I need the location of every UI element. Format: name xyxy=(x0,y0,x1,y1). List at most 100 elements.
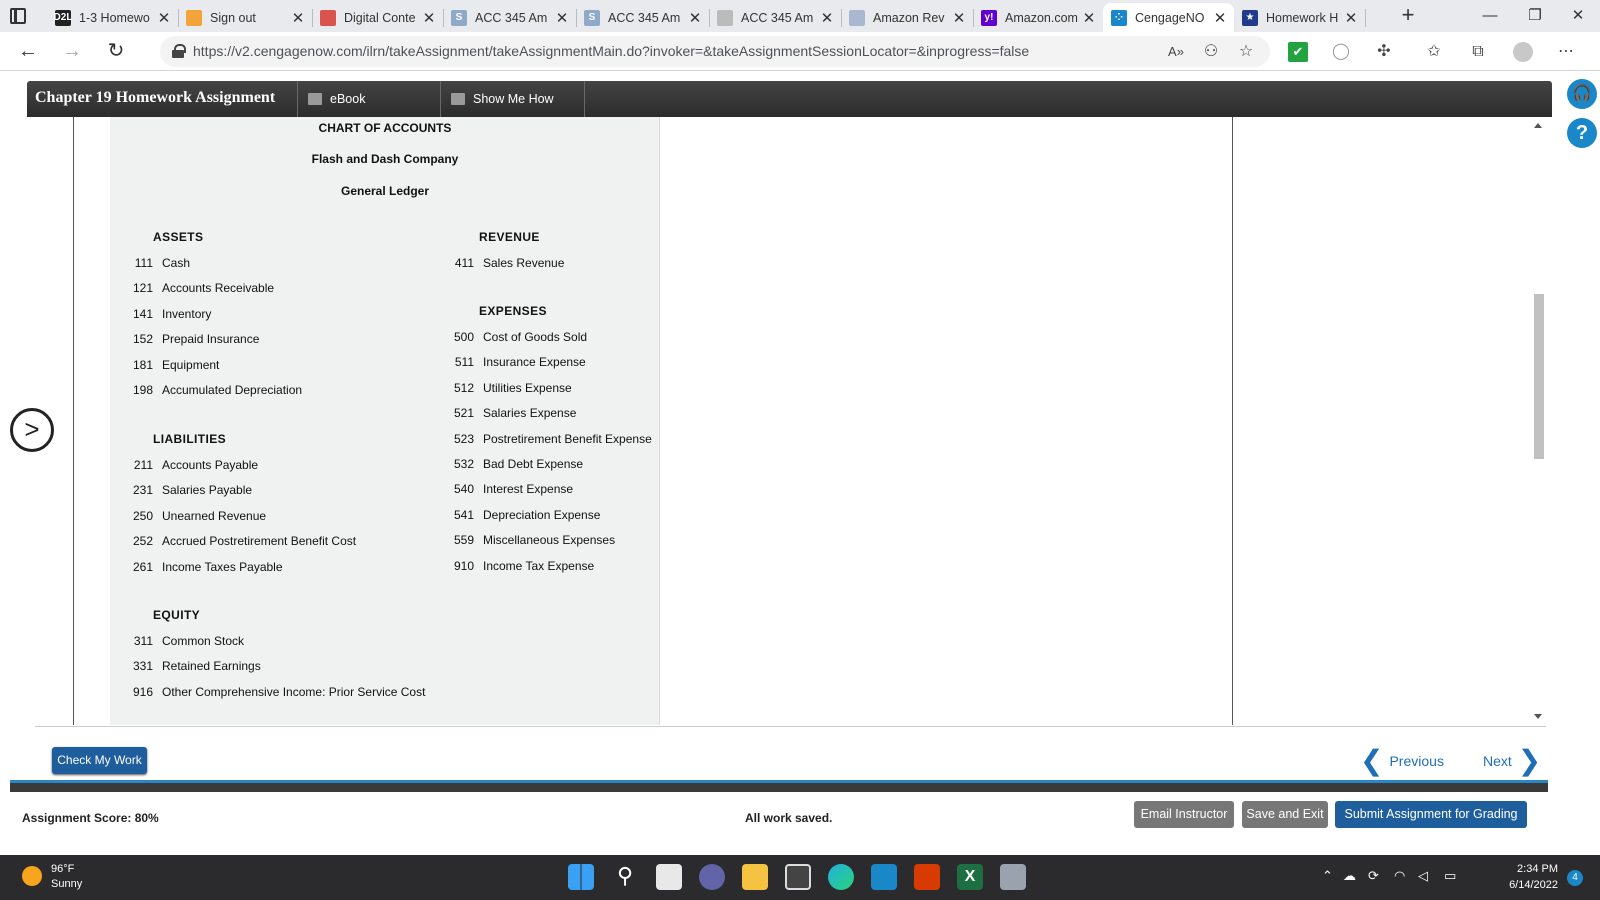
account-number: 261 xyxy=(132,560,153,574)
account-number: 511 xyxy=(454,355,474,369)
onedrive-icon[interactable]: ☁ xyxy=(1343,868,1356,884)
add-favorite-icon[interactable]: ☆ xyxy=(1236,42,1256,62)
back-icon[interactable]: ← xyxy=(16,40,40,64)
account-number: 252 xyxy=(132,534,153,548)
close-window-icon[interactable]: ✕ xyxy=(1558,4,1598,28)
weather-condition[interactable]: Sunny xyxy=(51,878,82,890)
close-tab-icon[interactable]: ✕ xyxy=(1343,9,1359,27)
settings-menu-icon[interactable]: ⋯ xyxy=(1556,42,1576,62)
liabilities-heading: LIABILITIES xyxy=(153,432,227,446)
sun-icon[interactable] xyxy=(22,866,42,886)
browser-tab[interactable]: Digital Conte ✕ xyxy=(312,3,444,32)
extensions-puzzle-icon[interactable]: ✣ xyxy=(1374,42,1394,62)
app-icon[interactable] xyxy=(1000,864,1026,890)
account-name: Cash xyxy=(162,256,191,270)
submit-assignment-button[interactable]: Submit Assignment for Grading xyxy=(1335,801,1527,828)
previous-button[interactable]: ❮ Previous xyxy=(1360,746,1444,776)
account-number: 311 xyxy=(133,634,153,648)
weather-temperature[interactable]: 96°F xyxy=(51,863,74,875)
browser-tab[interactable]: ⁘ CengageNO ✕ xyxy=(1103,3,1234,32)
browser-tab[interactable]: S ACC 345 Am ✕ xyxy=(443,3,577,32)
minimize-icon[interactable]: — xyxy=(1470,4,1510,28)
url-text[interactable]: https://v2.cengagenow.com/ilrn/takeAssig… xyxy=(193,43,1029,59)
refresh-icon[interactable]: ↻ xyxy=(104,40,128,64)
scroll-up-icon[interactable] xyxy=(1534,123,1542,128)
browser-tab[interactable]: ACC 345 Am ✕ xyxy=(709,3,842,32)
office-icon[interactable] xyxy=(914,864,940,890)
account-name: Accrued Postretirement Benefit Cost xyxy=(162,534,357,548)
close-tab-icon[interactable]: ✕ xyxy=(554,9,570,27)
browser-tab[interactable]: y! Amazon.com ✕ xyxy=(973,3,1103,32)
close-tab-icon[interactable]: ✕ xyxy=(819,9,835,27)
expenses-heading: EXPENSES xyxy=(479,304,547,318)
tab-ebook[interactable]: eBook xyxy=(297,81,440,117)
wifi-icon[interactable]: ◠ xyxy=(1394,868,1405,884)
forward-icon[interactable]: → xyxy=(60,40,84,64)
windows-start-icon[interactable] xyxy=(568,864,594,890)
close-tab-icon[interactable]: ✕ xyxy=(1081,9,1097,27)
account-name: Insurance Expense xyxy=(483,355,586,369)
tab-title: Digital Conte xyxy=(344,10,416,25)
restore-icon[interactable]: ❐ xyxy=(1515,4,1555,28)
next-button[interactable]: Next ❯ xyxy=(1483,746,1541,776)
store-icon[interactable] xyxy=(785,864,811,890)
clock[interactable]: 2:34 PM 6/14/2022 xyxy=(1488,861,1558,893)
browser-tab[interactable]: S ACC 345 Am ✕ xyxy=(576,3,710,32)
close-tab-icon[interactable]: ✕ xyxy=(1212,9,1228,27)
close-tab-icon[interactable]: ✕ xyxy=(156,9,172,27)
account-name: Equipment xyxy=(162,358,220,372)
show-hidden-icons-icon[interactable]: ⌃ xyxy=(1322,868,1333,884)
account-row: 512 Utilities Expense xyxy=(448,381,572,395)
read-aloud-icon[interactable]: A» xyxy=(1166,42,1186,62)
new-tab-button[interactable]: + xyxy=(1395,3,1421,29)
close-tab-icon[interactable]: ✕ xyxy=(951,9,967,27)
extension-check-icon[interactable]: ✔ xyxy=(1288,42,1308,62)
tab-show-me-how[interactable]: Show Me How xyxy=(440,81,585,117)
account-row: 541 Depreciation Expense xyxy=(448,508,600,522)
headset-icon[interactable]: 🎧 xyxy=(1567,79,1597,109)
browser-tab[interactable]: D2L 1-3 Homewo ✕ xyxy=(47,3,179,32)
account-row: 523 Postretirement Benefit Expense xyxy=(448,432,652,446)
save-and-exit-button[interactable]: Save and Exit xyxy=(1242,801,1328,828)
task-view-icon[interactable] xyxy=(656,864,682,890)
check-my-work-button[interactable]: Check My Work xyxy=(52,747,147,774)
browser-essentials-icon[interactable]: ⚇ xyxy=(1201,42,1221,62)
volume-icon[interactable]: ◁ xyxy=(1418,868,1428,884)
tab-actions-icon[interactable] xyxy=(10,8,26,24)
expand-panel-button[interactable]: > xyxy=(10,408,54,452)
url-field[interactable]: https://v2.cengagenow.com/ilrn/takeAssig… xyxy=(160,36,1270,67)
edge-icon[interactable] xyxy=(828,864,854,890)
yahoo-icon: y! xyxy=(981,9,997,26)
close-tab-icon[interactable]: ✕ xyxy=(687,9,703,27)
account-name: Prepaid Insurance xyxy=(162,332,260,346)
collections-icon[interactable]: ⧉ xyxy=(1468,42,1488,62)
mail-icon[interactable] xyxy=(871,864,897,890)
browser-tab[interactable]: Sign out ✕ xyxy=(178,3,313,32)
vertical-scrollbar[interactable] xyxy=(1531,117,1546,725)
account-row: 521 Salaries Expense xyxy=(448,406,576,420)
previous-label: Previous xyxy=(1389,753,1444,769)
close-tab-icon[interactable]: ✕ xyxy=(290,9,306,27)
account-number: 121 xyxy=(132,281,153,295)
profile-avatar[interactable] xyxy=(1513,42,1533,62)
sync-icon[interactable]: ⟳ xyxy=(1368,868,1379,884)
scroll-down-icon[interactable] xyxy=(1534,714,1542,719)
browser-tab[interactable]: ★ Homework H ✕ xyxy=(1234,3,1366,32)
scroll-thumb[interactable] xyxy=(1534,294,1544,459)
email-instructor-button[interactable]: Email Instructor xyxy=(1134,801,1234,828)
clock-date: 6/14/2022 xyxy=(1509,879,1558,891)
help-icon[interactable]: ? xyxy=(1567,118,1597,148)
notification-badge[interactable]: 4 xyxy=(1567,870,1583,886)
battery-icon[interactable]: ▭ xyxy=(1444,868,1456,884)
microsoft-icon xyxy=(186,9,202,26)
file-explorer-icon[interactable] xyxy=(742,864,768,890)
teams-chat-icon[interactable] xyxy=(699,864,725,890)
excel-icon[interactable]: X xyxy=(957,864,983,890)
account-number: 250 xyxy=(132,509,153,523)
browser-tab[interactable]: Amazon Rev ✕ xyxy=(841,3,974,32)
extension-icon[interactable]: ◯ xyxy=(1331,42,1351,62)
search-icon[interactable]: ⚲ xyxy=(612,864,638,890)
favorites-icon[interactable]: ✩ xyxy=(1424,42,1444,62)
assignment-status-bar: Assignment Score: 80% All work saved. Em… xyxy=(10,792,1548,844)
close-tab-icon[interactable]: ✕ xyxy=(421,9,437,27)
